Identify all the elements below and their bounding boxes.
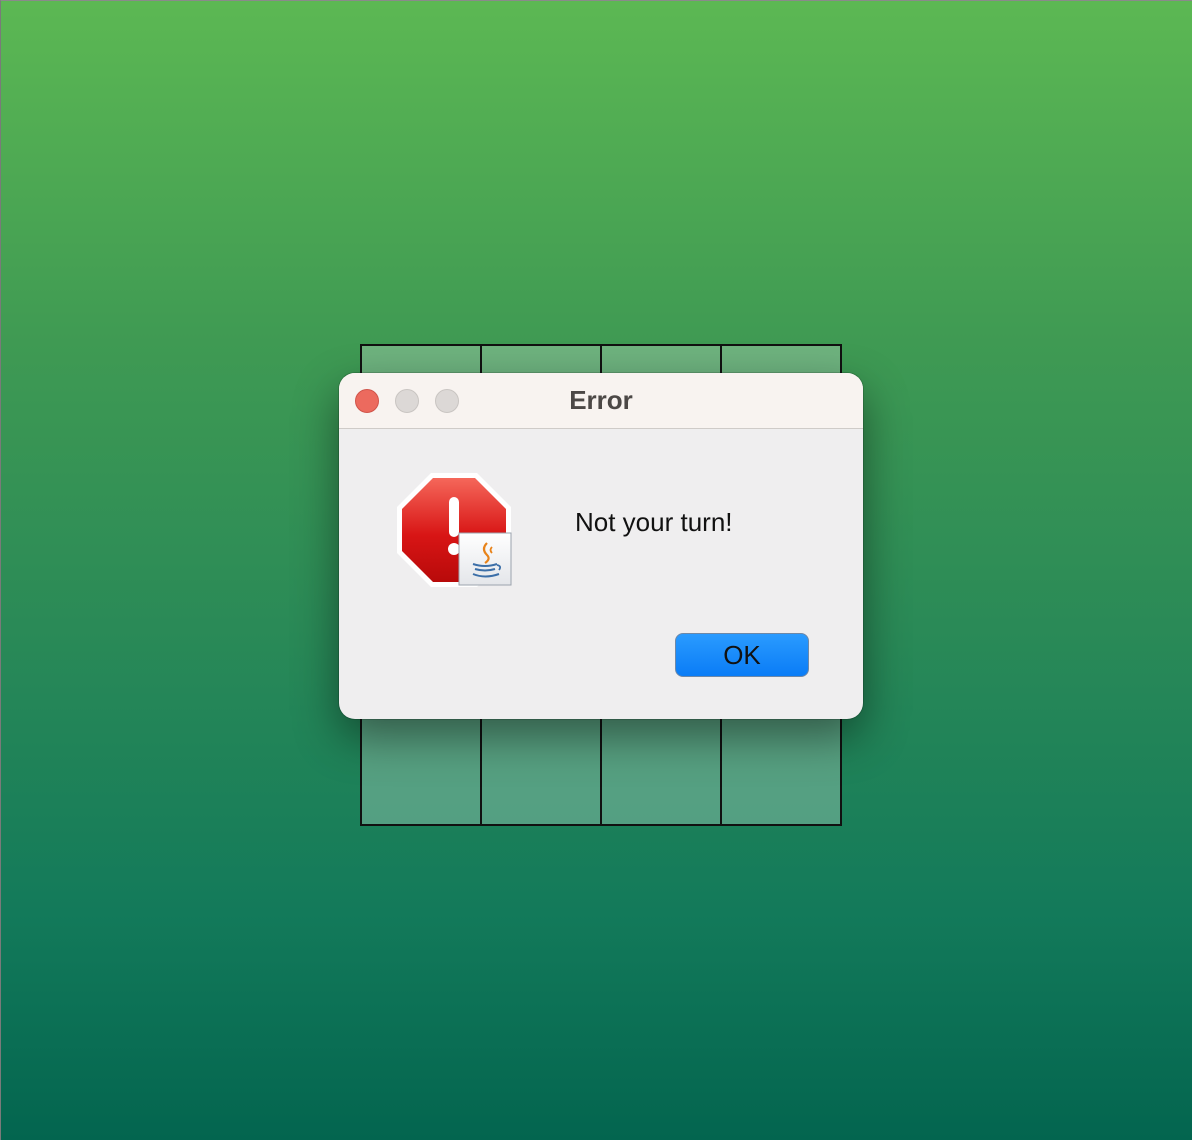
java-coffee-cup-icon [458,532,512,586]
board-cell[interactable] [721,705,841,825]
dialog-title: Error [569,385,633,415]
board-cell[interactable] [481,705,601,825]
board-cell[interactable] [361,705,481,825]
dialog-titlebar[interactable]: Error [339,373,863,429]
error-message: Not your turn! [575,507,733,537]
game-window: Error Not your turn! OK [0,0,1192,1140]
board-cell[interactable] [601,705,721,825]
error-dialog: Error Not your turn! OK [339,373,863,719]
ok-button[interactable]: OK [675,633,809,677]
stop-error-icon [395,469,517,591]
